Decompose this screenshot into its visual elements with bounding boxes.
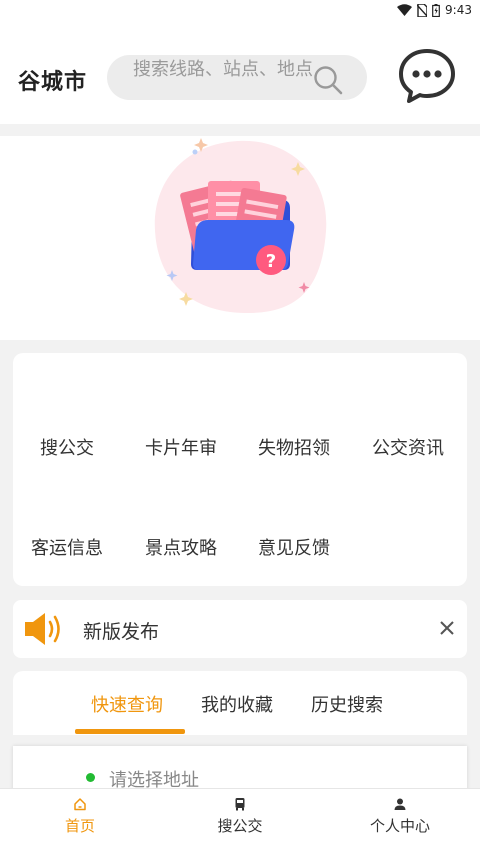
folder-illustration: ? (154, 138, 327, 314)
no-sim-icon (417, 3, 428, 17)
status-icons: 9:43 (397, 3, 472, 17)
tab-quick-query[interactable]: 快速查询 (91, 691, 163, 717)
query-tabs: 快速查询 我的收藏 历史搜索 (13, 671, 467, 735)
notice-text: 新版发布 (83, 621, 160, 643)
message-icon[interactable] (398, 48, 456, 104)
header: 谷城市 搜索线路、站点、地点 (0, 22, 480, 124)
bottom-nav: 首页 搜公交 个人中心 (0, 788, 480, 856)
tab-indicator (75, 729, 185, 734)
nav-home-label: 首页 (64, 817, 95, 835)
nav-search-bus[interactable]: 搜公交 (180, 797, 300, 836)
tab-history[interactable]: 历史搜索 (311, 691, 383, 717)
nav-search-bus-label: 搜公交 (217, 817, 263, 835)
menu-item-card-review[interactable]: 卡片年审 (145, 434, 217, 460)
wifi-icon (397, 4, 413, 16)
search-icon[interactable] (313, 65, 343, 95)
origin-dot (86, 773, 95, 782)
speaker-icon (25, 613, 60, 645)
feature-menu: 搜公交 卡片年审 失物招领 公交资讯 客运信息 景点攻略 意见反馈 (13, 353, 467, 586)
notice-bar[interactable]: 新版发布 (13, 600, 467, 658)
menu-item-search-bus[interactable]: 搜公交 (40, 434, 94, 460)
banner[interactable]: ? (0, 136, 480, 340)
search-bar[interactable]: 搜索线路、站点、地点 (107, 55, 367, 100)
close-icon[interactable] (439, 620, 455, 636)
user-icon (394, 798, 406, 810)
battery-icon (432, 3, 440, 17)
svg-text:?: ? (266, 251, 276, 272)
nav-home[interactable]: 首页 (20, 797, 140, 836)
nav-profile-label: 个人中心 (369, 817, 430, 835)
menu-item-passenger-info[interactable]: 客运信息 (31, 534, 103, 560)
status-time: 9:43 (445, 3, 472, 17)
city-selector[interactable]: 谷城市 (18, 64, 87, 96)
menu-item-bus-news[interactable]: 公交资讯 (372, 434, 444, 460)
bus-icon (235, 798, 245, 811)
menu-item-scenic-guide[interactable]: 景点攻略 (145, 534, 217, 560)
menu-item-feedback[interactable]: 意见反馈 (258, 534, 330, 560)
status-bar: 9:43 (0, 0, 480, 22)
menu-item-lost-found[interactable]: 失物招领 (258, 434, 330, 460)
search-placeholder: 搜索线路、站点、地点 (133, 59, 313, 80)
tab-favorites[interactable]: 我的收藏 (201, 691, 273, 717)
home-icon (74, 798, 86, 811)
nav-profile[interactable]: 个人中心 (340, 797, 460, 836)
